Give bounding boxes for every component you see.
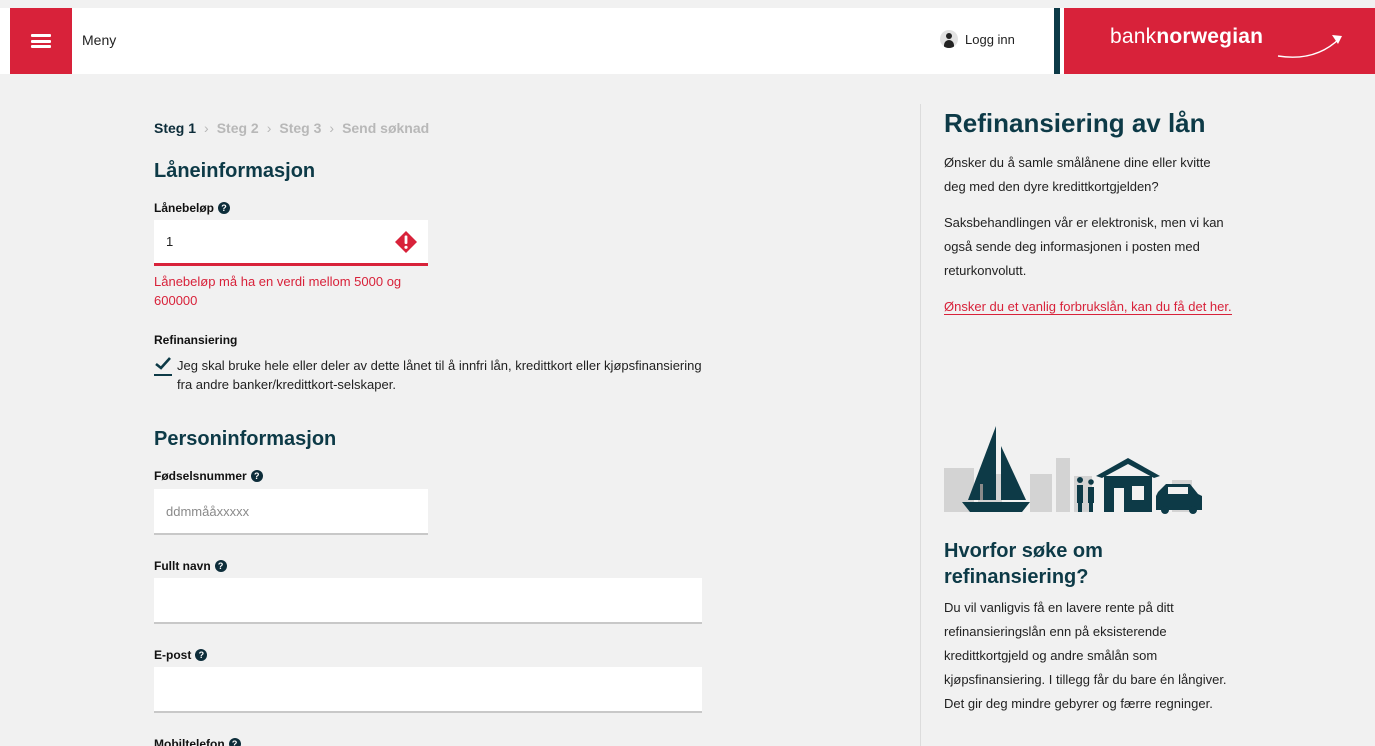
ssn-input[interactable]: ddmmååxxxxx [154, 489, 428, 535]
illustration [944, 426, 1202, 514]
chevron-right-icon: › [266, 120, 272, 136]
step-2: Steg 2 [216, 120, 259, 136]
sidebar-title: Refinansiering av lån [944, 108, 1206, 138]
help-icon[interactable]: ? [250, 470, 263, 482]
ssn-label: Fødselsnummer ? [154, 469, 263, 483]
full-name-input[interactable] [154, 578, 702, 624]
full-name-label: Fullt navn ? [154, 559, 227, 573]
chevron-right-icon: › [204, 120, 209, 136]
loan-amount-input[interactable]: 1 [154, 220, 428, 266]
brand-swoosh-icon [1277, 35, 1342, 58]
email-input[interactable] [154, 667, 702, 713]
sidebar-paragraph-2: Saksbehandlingen vår er elektronisk, men… [944, 215, 1224, 278]
refinance-checkbox[interactable] [154, 356, 172, 376]
brand-logo-text: banknorwegian [1110, 25, 1264, 48]
loan-amount-label: Lånebeløp ? [154, 201, 231, 215]
user-icon [940, 30, 958, 48]
step-1[interactable]: Steg 1 [154, 120, 196, 136]
brand-logo[interactable]: banknorwegian [1064, 8, 1375, 74]
chevron-right-icon: › [329, 120, 335, 136]
menu-button[interactable] [10, 8, 72, 74]
top-bar: Meny Logg inn banknorwegian [0, 8, 1375, 74]
login-label: Logg inn [965, 31, 1015, 47]
why-refinance-title: Hvorfor søke om refinansiering? [944, 540, 1103, 588]
step-send: Send søknad [342, 120, 430, 136]
ssn-label-text: Fødselsnummer [154, 469, 247, 483]
help-icon[interactable]: ? [214, 560, 227, 572]
phone-label: Mobiltelefon ? [154, 737, 241, 746]
login-button[interactable]: Logg inn [940, 30, 1015, 48]
loan-amount-error-message: Lånebeløp må ha en verdi mellom 5000 og … [154, 274, 402, 308]
loan-info-heading: Låneinformasjon [154, 160, 316, 182]
consumer-loan-link[interactable]: Ønsker du et vanlig forbrukslån, kan du … [944, 299, 1232, 315]
refinance-checkbox-text[interactable]: Jeg skal bruke hele eller deler av dette… [177, 356, 717, 394]
step-breadcrumb: Steg 1 › Steg 2 › Steg 3 › Send søknad [154, 120, 429, 136]
email-label-text: E-post [154, 648, 192, 662]
sidebar-link-paragraph: Ønsker du et vanlig forbrukslån, kan du … [944, 295, 1234, 319]
help-icon[interactable]: ? [195, 649, 208, 661]
menu-icon [31, 34, 51, 48]
email-label: E-post ? [154, 648, 208, 662]
full-name-label-text: Fullt navn [154, 559, 211, 573]
phone-label-text: Mobiltelefon [154, 737, 225, 746]
error-icon [395, 231, 417, 253]
help-icon[interactable]: ? [218, 202, 231, 214]
person-info-heading: Personinformasjon [154, 428, 337, 450]
sidebar: Refinansiering av lån Ønsker du å samle … [944, 108, 1234, 331]
loan-amount-label-text: Lånebeløp [154, 201, 215, 215]
loan-amount-value: 1 [166, 234, 174, 249]
step-3: Steg 3 [279, 120, 322, 136]
refinance-label: Refinansiering [154, 333, 238, 347]
why-refinance-section: Hvorfor søke om refinansiering? Du vil v… [944, 538, 1234, 716]
header-divider [1054, 8, 1060, 74]
help-icon[interactable]: ? [228, 738, 241, 746]
ssn-placeholder: ddmmååxxxxx [166, 503, 250, 519]
sidebar-divider [920, 104, 921, 746]
menu-label[interactable]: Meny [82, 32, 116, 48]
checkmark-icon [155, 357, 171, 370]
sidebar-paragraph-1: Ønsker du å samle smålånene dine eller k… [944, 155, 1211, 194]
why-refinance-text: Du vil vanligvis få en lavere rente på d… [944, 600, 1227, 711]
